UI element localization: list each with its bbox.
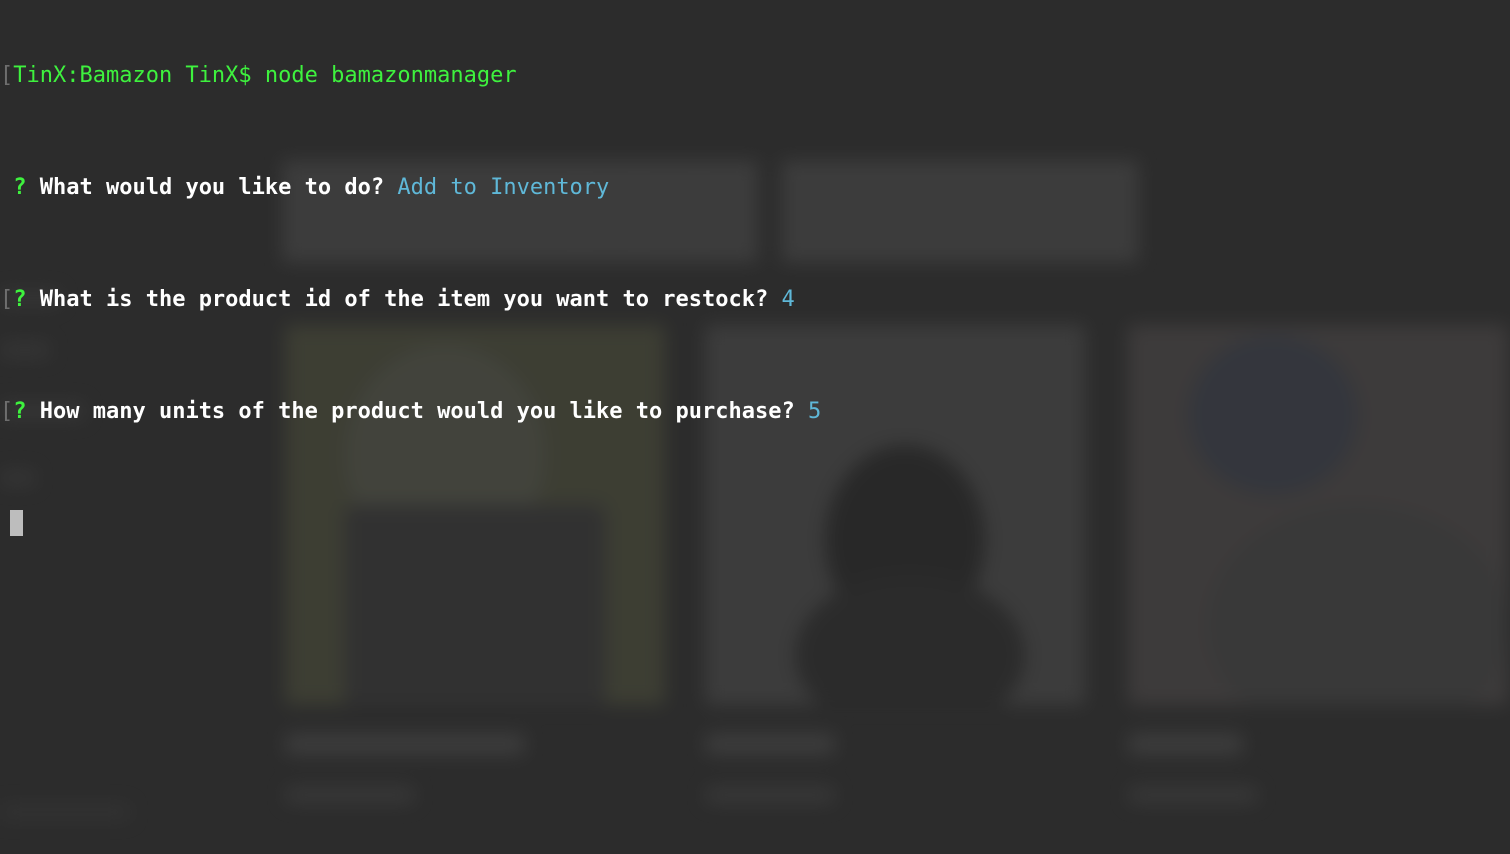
question-marker: ? — [13, 287, 27, 312]
inquirer-question-line: [? What is the product id of the item yo… — [0, 286, 821, 314]
question-marker: ? — [13, 399, 27, 424]
line-bracket: [ — [0, 399, 14, 424]
question-text: What would you like to do? — [39, 175, 385, 200]
shell-prompt: TinX:Bamazon TinX$ — [13, 63, 252, 88]
background-sidebar-blur — [0, 804, 130, 820]
background-card-title-blur — [1128, 733, 1243, 755]
terminal-output[interactable]: [TinX:Bamazon TinX$ node bamazonmanager … — [0, 6, 821, 594]
cursor-line — [0, 510, 821, 538]
question-text: How many units of the product would you … — [39, 399, 795, 424]
inquirer-question-line: [? How many units of the product would y… — [0, 398, 821, 426]
terminal-window[interactable]: ████████ ██████ [TinX:Bamazon TinX$ node… — [0, 0, 1510, 854]
answer-text: 5 — [807, 399, 822, 424]
background-card-blur — [1128, 325, 1508, 705]
shell-prompt-line: [TinX:Bamazon TinX$ node bamazonmanager — [0, 62, 821, 90]
background-card-subtitle-blur — [1128, 786, 1258, 804]
question-marker: ? — [13, 175, 27, 200]
background-card-title-blur — [705, 733, 835, 755]
line-bracket: [ — [0, 287, 14, 312]
line-bracket: [ — [0, 63, 14, 88]
answer-text: Add to Inventory — [397, 175, 610, 200]
answer-text: 4 — [781, 287, 795, 312]
inquirer-question-line: ? What would you like to do? Add to Inve… — [0, 174, 821, 202]
terminal-cursor[interactable] — [10, 510, 23, 536]
background-card-title-blur — [285, 733, 525, 755]
shell-command: node bamazonmanager — [264, 63, 517, 88]
background-card-subtitle-blur — [285, 786, 415, 804]
question-text: What is the product id of the item you w… — [39, 287, 769, 312]
line-bracket — [0, 175, 13, 200]
background-card-subtitle-blur — [705, 786, 835, 804]
